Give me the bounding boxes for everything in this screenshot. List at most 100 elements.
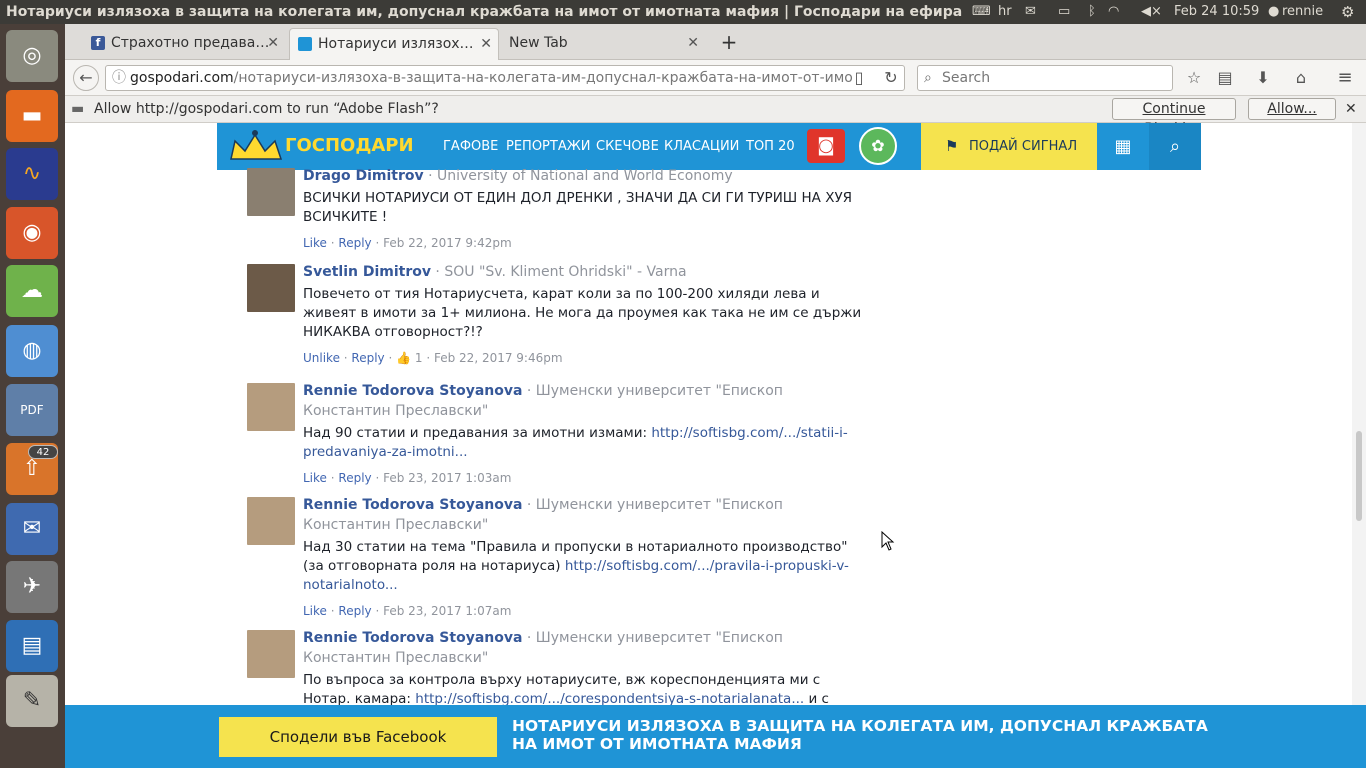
volume-icon[interactable]: ◀× bbox=[1141, 0, 1162, 24]
close-tab-icon[interactable]: ✕ bbox=[687, 28, 699, 58]
facebook-icon: f bbox=[91, 36, 105, 50]
paw-icon[interactable]: ✿ bbox=[859, 127, 897, 165]
text-editor-icon[interactable]: ✎ bbox=[6, 675, 58, 727]
update-count-badge: 42 bbox=[28, 445, 58, 459]
pdf-editor-icon[interactable]: PDF bbox=[6, 384, 58, 436]
wifi-icon[interactable]: ◠ bbox=[1108, 0, 1119, 24]
avatar[interactable] bbox=[247, 497, 295, 545]
avatar[interactable] bbox=[247, 168, 295, 216]
share-facebook-button[interactable]: Сподели във Facebook bbox=[219, 717, 497, 757]
like-link[interactable]: Like bbox=[303, 604, 327, 618]
comment-text: Повечето от тия Нотариусчета, карат коли… bbox=[303, 286, 862, 340]
keyboard-layout[interactable]: hr bbox=[998, 0, 1012, 24]
home-icon[interactable]: ⌂ bbox=[1289, 66, 1313, 90]
page-scrollbar[interactable] bbox=[1352, 123, 1366, 705]
files-icon[interactable]: ▬ bbox=[6, 90, 58, 142]
plugin-icon: ▬ bbox=[71, 101, 85, 117]
comment-link[interactable]: http://softisbg.com/.../corespondentsiya… bbox=[415, 691, 804, 705]
comment-author[interactable]: Drago Dimitrov bbox=[303, 168, 424, 184]
comment-date: Feb 22, 2017 9:42pm bbox=[383, 236, 512, 250]
continue-blocking-button[interactable]: Continue Blocking bbox=[1112, 98, 1236, 137]
flag-icon: ⚑ bbox=[945, 137, 959, 155]
firefox-icon[interactable]: ◉ bbox=[6, 207, 58, 259]
search-input[interactable]: ⌕ Search bbox=[917, 65, 1173, 91]
reload-icon[interactable]: ↻ bbox=[879, 66, 903, 90]
comment-author[interactable]: Rennie Todorova Stoyanova bbox=[303, 630, 522, 646]
reply-link[interactable]: Reply bbox=[351, 351, 384, 365]
unity-launcher: ◎ ▬ ∿ ◉ ☁ ◍ PDF ⇧ 42 ✉ ✈ ▤ ✎ bbox=[0, 24, 65, 768]
reply-link[interactable]: Reply bbox=[338, 236, 371, 250]
clock[interactable]: Feb 24 10:59 bbox=[1174, 0, 1259, 24]
unlike-link[interactable]: Unlike bbox=[303, 351, 340, 365]
system-top-panel: Нотариуси излязоха в защита на колегата … bbox=[0, 0, 1366, 24]
share-bar: Сподели във Facebook НОТАРИУСИ ИЗЛЯЗОХА … bbox=[65, 705, 1366, 768]
flash-message: Allow http://gospodari.com to run “Adobe… bbox=[94, 101, 439, 117]
search-icon[interactable]: ⌕ bbox=[1149, 123, 1201, 170]
update-icon[interactable]: ⇧ 42 bbox=[6, 443, 58, 495]
avatar[interactable] bbox=[247, 630, 295, 678]
comment-text: Над 90 статии и предавания за имотни изм… bbox=[303, 425, 652, 441]
info-icon[interactable]: ⓘ bbox=[112, 70, 126, 86]
camera-icon[interactable]: ◙ bbox=[807, 129, 845, 163]
like-link[interactable]: Like bbox=[303, 236, 327, 250]
tab-facebook[interactable]: f Страхотно предава… ✕ bbox=[83, 28, 285, 60]
url-domain: gospodari.com bbox=[130, 70, 234, 86]
bluetooth-icon[interactable]: ᛒ bbox=[1088, 0, 1096, 24]
like-count: 1 bbox=[414, 351, 423, 365]
avatar[interactable] bbox=[247, 264, 295, 312]
comment-text: ВСИЧКИ НОТАРИУСИ ОТ ЕДИН ДОЛ ДРЕНКИ , ЗН… bbox=[303, 190, 853, 225]
thunderbird-icon[interactable]: ✉ bbox=[6, 503, 58, 555]
battery-icon[interactable]: ▭ bbox=[1058, 0, 1070, 24]
gospodari-icon bbox=[298, 37, 312, 51]
comment-author[interactable]: Rennie Todorova Stoyanova bbox=[303, 497, 522, 513]
comment-author[interactable]: Svetlin Dimitrov bbox=[303, 264, 431, 280]
reply-link[interactable]: Reply bbox=[338, 604, 371, 618]
keyboard-icon[interactable]: ⌨ bbox=[972, 0, 991, 24]
reader-view-icon[interactable]: ▯ bbox=[847, 66, 871, 90]
site-logo[interactable]: ГОСПОДАРИ bbox=[229, 129, 425, 163]
new-tab-plus-icon[interactable]: + bbox=[717, 28, 741, 60]
navigation-bar: ← ⓘ gospodari.com/нотариуси-излязоха-в-за… bbox=[65, 60, 1366, 96]
backup-icon[interactable]: ☁ bbox=[6, 265, 58, 317]
allow-flash-button[interactable]: Allow... bbox=[1248, 98, 1336, 120]
reply-link[interactable]: Reply bbox=[338, 471, 371, 485]
menu-skechove[interactable]: СКЕЧОВЕ bbox=[596, 123, 659, 170]
scrollbar-thumb[interactable] bbox=[1356, 431, 1362, 521]
logo-text: ГОСПОДАРИ bbox=[285, 135, 414, 156]
audacity-icon[interactable]: ∿ bbox=[6, 148, 58, 200]
tab-bar: f Страхотно предава… ✕ Нотариуси излязох… bbox=[65, 24, 1366, 60]
comment-date: Feb 23, 2017 1:07am bbox=[383, 604, 512, 618]
avatar[interactable] bbox=[247, 383, 295, 431]
launcher-icon[interactable]: ✈ bbox=[6, 561, 58, 613]
article-title: НОТАРИУСИ ИЗЛЯЗОХА В ЗАЩИТА НА КОЛЕГАТА … bbox=[512, 717, 1208, 753]
report-signal-button[interactable]: ⚑ ПОДАЙ СИГНАЛ bbox=[921, 123, 1097, 170]
menu-reportazhi[interactable]: РЕПОРТАЖИ bbox=[506, 123, 590, 170]
ubuntu-logo-icon[interactable]: ◎ bbox=[6, 30, 58, 82]
close-notification-icon[interactable]: ✕ bbox=[1345, 96, 1357, 122]
like-link[interactable]: Like bbox=[303, 471, 327, 485]
user-icon[interactable]: ● bbox=[1268, 0, 1279, 24]
mail-icon[interactable]: ✉ bbox=[1025, 0, 1036, 24]
comment-author[interactable]: Rennie Todorova Stoyanova bbox=[303, 383, 522, 399]
bookmark-star-icon[interactable]: ☆ bbox=[1182, 66, 1206, 90]
menu-top20[interactable]: ТОП 20 bbox=[746, 123, 795, 170]
back-arrow-icon[interactable]: ← bbox=[73, 65, 99, 91]
gear-icon[interactable]: ⚙ bbox=[1341, 0, 1354, 24]
user-name[interactable]: rennie bbox=[1282, 0, 1323, 24]
menu-gafove[interactable]: ГАФОВЕ bbox=[443, 123, 498, 170]
calendar-icon[interactable]: ▦ bbox=[1097, 123, 1149, 170]
tab-gospodari[interactable]: Нотариуси излязох… ✕ bbox=[289, 28, 499, 60]
tab-new-tab[interactable]: New Tab ✕ bbox=[501, 28, 705, 60]
page-content: ГОСПОДАРИ ГАФОВЕ РЕПОРТАЖИ СКЕЧОВЕ КЛАСА… bbox=[65, 123, 1352, 705]
close-tab-icon[interactable]: ✕ bbox=[267, 28, 279, 58]
bookmarks-list-icon[interactable]: ▤ bbox=[1213, 66, 1237, 90]
window-title: Нотариуси излязоха в защита на колегата … bbox=[6, 4, 964, 20]
chromium-icon[interactable]: ◍ bbox=[6, 325, 58, 377]
flash-notification-bar: ▬ Allow http://gospodari.com to run “Ado… bbox=[65, 96, 1366, 137]
close-tab-icon[interactable]: ✕ bbox=[480, 29, 492, 59]
hamburger-menu-icon[interactable]: ≡ bbox=[1333, 66, 1357, 90]
downloads-icon[interactable]: ⬇ bbox=[1251, 66, 1275, 90]
menu-klasacii[interactable]: КЛАСАЦИИ bbox=[664, 123, 739, 170]
writer-icon[interactable]: ▤ bbox=[6, 620, 58, 672]
url-bar[interactable]: ⓘ gospodari.com/нотариуси-излязоха-в-защи… bbox=[105, 65, 905, 91]
